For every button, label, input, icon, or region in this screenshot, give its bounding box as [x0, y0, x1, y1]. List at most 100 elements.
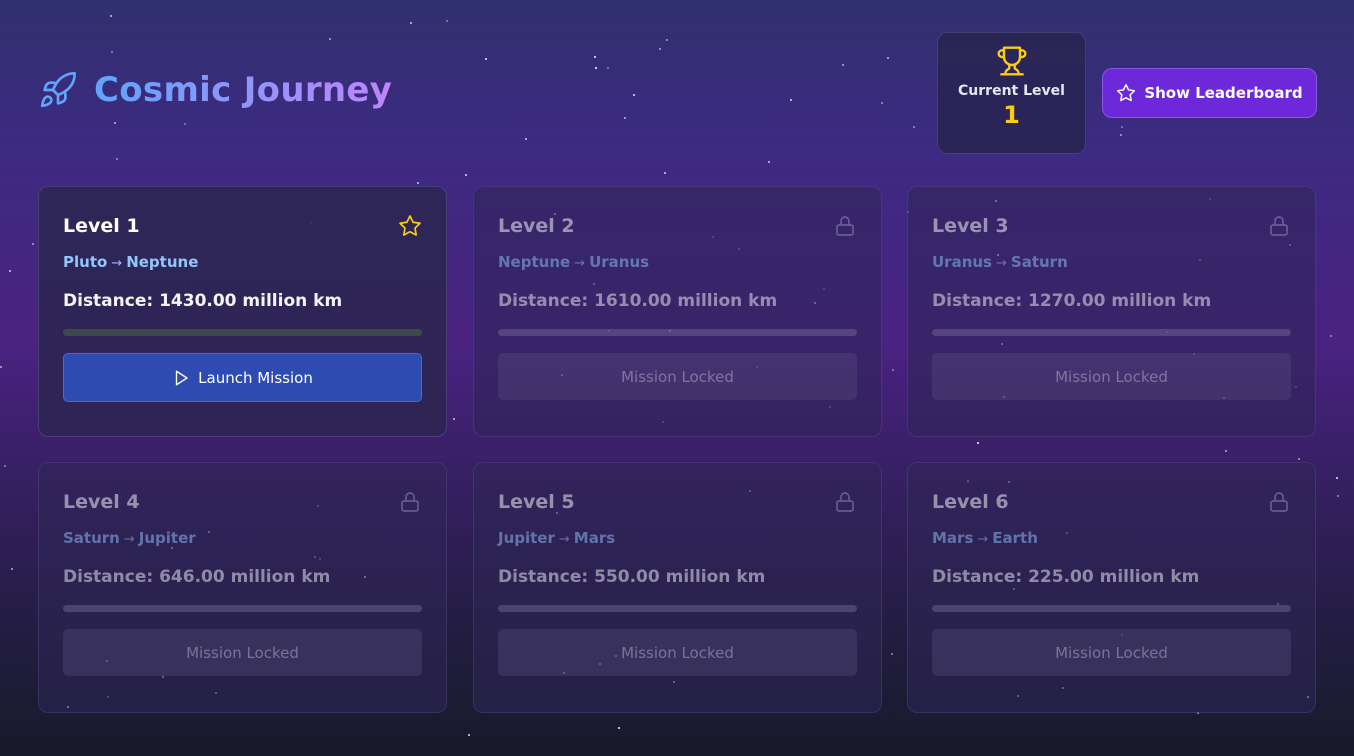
star [1120, 134, 1122, 136]
star [607, 67, 609, 69]
mission-progress-bar [63, 605, 422, 612]
route-arrow: → [111, 256, 123, 271]
star [0, 366, 2, 368]
lock-icon [1270, 216, 1288, 236]
star [9, 270, 11, 272]
star [887, 57, 889, 59]
page-title: Cosmic Journey [94, 70, 393, 110]
lock-icon [836, 492, 854, 512]
route-origin: Mars [932, 529, 974, 547]
mission-locked-button: Mission Locked [932, 353, 1291, 400]
star [891, 653, 893, 655]
star [633, 94, 635, 96]
mission-locked-label: Mission Locked [1055, 367, 1168, 386]
mission-progress-bar [932, 605, 1291, 612]
level-distance: Distance: 1270.00 million km [932, 291, 1212, 311]
level-card: Level 4 Saturn → Jupiter Distance: 646.00 mi… [38, 462, 447, 713]
star [1298, 458, 1300, 460]
show-leaderboard-button[interactable]: Show Leaderboard [1102, 68, 1317, 118]
launch-mission-label: Launch Mission [198, 368, 313, 387]
route-destination: Uranus [589, 253, 650, 271]
star [1336, 477, 1338, 479]
star [4, 465, 6, 467]
route-arrow: → [996, 256, 1007, 271]
star [624, 117, 626, 119]
star [881, 102, 883, 104]
star [618, 727, 620, 729]
mission-progress-bar [498, 605, 857, 612]
level-route: Pluto → Neptune [63, 253, 422, 271]
star [485, 58, 487, 60]
route-origin: Neptune [498, 253, 571, 271]
launch-mission-button[interactable]: Launch Mission [63, 353, 422, 402]
star [659, 48, 661, 50]
leaderboard-button-label: Show Leaderboard [1144, 84, 1303, 102]
level-route: Saturn → Jupiter [63, 529, 422, 547]
app-header: Cosmic Journey [38, 70, 392, 110]
level-distance: Distance: 1610.00 million km [498, 291, 778, 311]
mission-progress-bar [63, 329, 422, 336]
route-destination: Saturn [1010, 253, 1068, 271]
level-card: Level 2 Neptune → Uranus Distance: 1610.00 m… [473, 186, 882, 437]
level-route: Neptune → Uranus [498, 253, 857, 271]
mission-locked-label: Mission Locked [1055, 643, 1168, 662]
star [664, 172, 666, 174]
star [116, 158, 118, 160]
level-title: Level 6 [932, 491, 1009, 513]
star [892, 369, 894, 371]
route-destination: Jupiter [138, 529, 196, 547]
level-route: Jupiter → Mars [498, 529, 857, 547]
star [114, 122, 116, 124]
level-distance: Distance: 646.00 million km [63, 567, 331, 587]
star [977, 442, 979, 444]
star [913, 126, 915, 128]
star [32, 243, 34, 245]
star [111, 51, 113, 53]
level-distance: Distance: 225.00 million km [932, 567, 1200, 587]
mission-progress-bar [932, 329, 1291, 336]
star-icon [399, 215, 421, 236]
level-route: Uranus → Saturn [932, 253, 1291, 271]
star [417, 182, 419, 184]
rocket-icon [40, 71, 76, 108]
star [110, 15, 112, 17]
route-destination: Neptune [126, 253, 199, 271]
level-distance: Distance: 1430.00 million km [63, 291, 343, 311]
route-destination: Mars [573, 529, 616, 547]
mission-locked-label: Mission Locked [621, 643, 734, 662]
star [446, 20, 448, 22]
star [465, 174, 467, 176]
lock-icon [836, 216, 854, 236]
lock-icon [401, 492, 419, 512]
level-title: Level 2 [498, 215, 575, 237]
level-title: Level 1 [63, 215, 140, 237]
current-level-panel: Current Level 1 [937, 32, 1086, 154]
route-origin: Saturn [63, 529, 120, 547]
lock-icon [1270, 492, 1288, 512]
route-destination: Earth [992, 529, 1038, 547]
mission-locked-button: Mission Locked [63, 629, 422, 676]
star [1225, 450, 1227, 452]
mission-locked-label: Mission Locked [186, 643, 299, 662]
mission-locked-button: Mission Locked [498, 629, 857, 676]
star [525, 138, 527, 140]
star [1330, 335, 1332, 337]
star-icon [1117, 83, 1136, 102]
level-route: Mars → Earth [932, 529, 1291, 547]
star [468, 734, 470, 736]
mission-locked-button: Mission Locked [498, 353, 857, 400]
star [1337, 495, 1339, 497]
level-card: Level 5 Jupiter → Mars Distance: 550.00 mill… [473, 462, 882, 713]
star [11, 568, 13, 570]
star [594, 56, 596, 58]
route-arrow: → [123, 532, 135, 547]
star [329, 38, 331, 40]
star [790, 99, 792, 101]
level-card: Level 3 Uranus → Saturn Distance: 1270.00 mi… [907, 186, 1316, 437]
level-card: Level 1 Pluto → Neptune Distance: 1430.00 mi… [38, 186, 447, 437]
route-origin: Jupiter [498, 529, 555, 547]
trophy-icon [997, 46, 1026, 76]
star [453, 418, 455, 420]
route-origin: Uranus [932, 253, 992, 271]
star [184, 123, 186, 125]
